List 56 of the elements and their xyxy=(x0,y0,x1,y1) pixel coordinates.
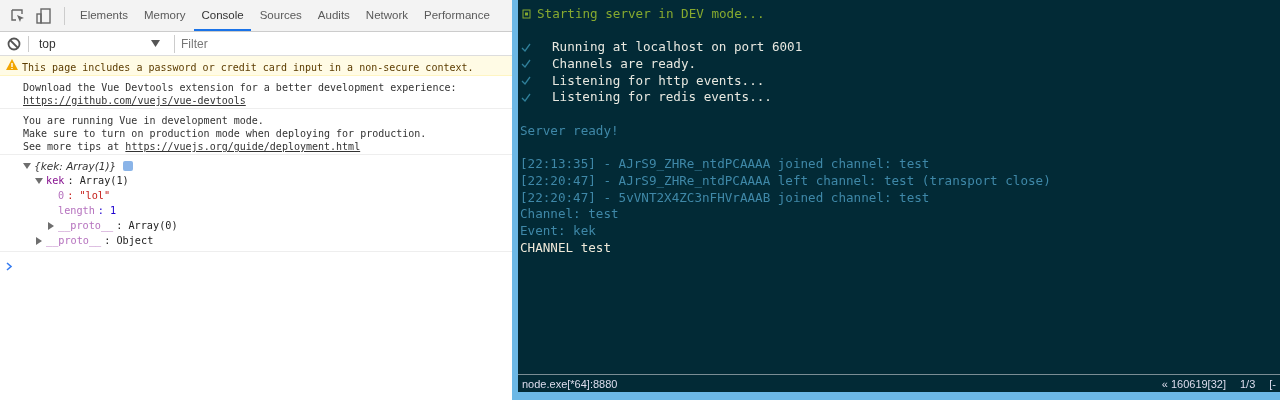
context-selector[interactable]: top xyxy=(28,35,168,52)
devtools-tab[interactable]: Audits xyxy=(310,0,357,31)
devtools-tab[interactable]: Sources xyxy=(252,0,309,31)
status-page: 1/3 xyxy=(1239,377,1256,390)
terminal-line: [22:20:47] - 5vVNT2X4ZC3nFHVrAAAB joined channel: test xyxy=(520,189,930,207)
object-preview: {kek: Array(1)} xyxy=(34,159,117,172)
terminal-line: Listening for redis events... xyxy=(552,89,772,107)
terminal-line: Starting server in DEV mode... xyxy=(537,6,765,23)
terminal-line: Listening for http events... xyxy=(552,72,765,90)
terminal-line: Server ready! xyxy=(520,122,619,140)
collapse-triangle-icon[interactable] xyxy=(23,161,31,170)
devtools-tab[interactable]: Memory xyxy=(136,0,193,31)
devtools-tab[interactable]: Console xyxy=(194,0,251,31)
clear-console-icon[interactable] xyxy=(6,35,22,52)
log-message: Download the Vue Devtools extension for a better development experience: xyxy=(23,81,457,94)
property-key: 0 xyxy=(58,190,65,201)
terminal-line: Running at localhost on port 6001 xyxy=(552,39,803,57)
property-value: : Array(0) xyxy=(116,220,178,231)
terminal-line: Event: kek xyxy=(520,222,596,240)
property-key: kek xyxy=(46,175,65,186)
property-key: length xyxy=(58,205,95,216)
terminal-line: [22:20:47] - AJrS9_ZHRe_ntdPCAAAA left channel: test (transport close) xyxy=(520,172,1051,190)
info-icon xyxy=(123,160,134,171)
property-value: : Object xyxy=(104,235,154,246)
check-icon xyxy=(521,76,531,87)
terminal-line: Channel: test xyxy=(520,206,619,223)
collapse-triangle-icon[interactable] xyxy=(35,176,43,185)
box-icon xyxy=(522,9,531,20)
check-icon xyxy=(521,59,531,70)
terminal-line: CHANNEL test xyxy=(520,239,611,257)
warning-message: This page includes a password or credit card input in a non-secure context. xyxy=(22,61,474,74)
status-text: [- xyxy=(1269,377,1276,390)
property-value: : 1 xyxy=(97,205,117,216)
dropdown-caret-icon xyxy=(151,40,160,47)
expand-triangle-icon[interactable] xyxy=(47,221,55,230)
property-key: __proto__ xyxy=(58,220,114,231)
status-process: node.exe[*64]:8880 xyxy=(522,377,619,390)
log-message: Make sure to turn on production mode when deploying for production. xyxy=(23,127,427,140)
log-message: You are running Vue in development mode. xyxy=(23,114,264,127)
expand-triangle-icon[interactable] xyxy=(35,236,43,245)
link[interactable]: https://vuejs.org/guide/deployment.html xyxy=(125,141,361,152)
link[interactable]: https://github.com/vuejs/vue-devtools xyxy=(23,94,246,107)
warning-icon xyxy=(6,59,18,71)
check-icon xyxy=(521,42,531,53)
terminal-line: Channels are ready. xyxy=(552,56,697,73)
prompt-chevron-icon[interactable] xyxy=(6,262,13,271)
property-key: __proto__ xyxy=(46,235,102,246)
property-value: : Array(1) xyxy=(67,175,129,186)
check-icon xyxy=(521,92,531,103)
devtools-tab[interactable]: Elements xyxy=(73,0,135,31)
property-value: : "lol" xyxy=(67,190,111,201)
status-position: « 160619[32] xyxy=(1161,377,1226,390)
terminal-line: [22:13:35] - AJrS9_ZHRe_ntdPCAAAA joined channel: test xyxy=(520,156,930,173)
devtools-tab[interactable]: Performance xyxy=(417,0,497,31)
devtools-tab[interactable]: Network xyxy=(358,0,415,31)
log-message: See more tips at https://vuejs.org/guide/deployment.html xyxy=(23,140,361,153)
